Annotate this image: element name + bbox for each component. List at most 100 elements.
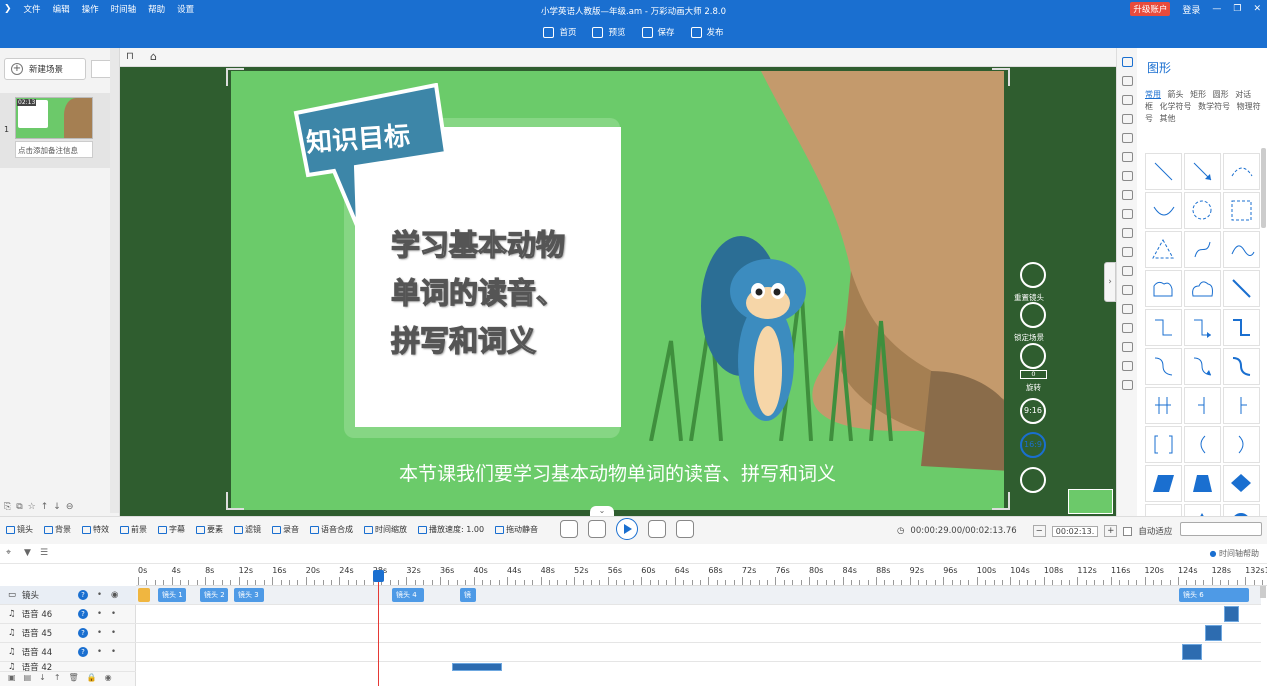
music-icon[interactable] [1121, 133, 1133, 143]
help-icon[interactable]: ? [78, 647, 88, 657]
restore-icon[interactable]: ❐ [1233, 4, 1241, 14]
audio-clip[interactable] [1224, 606, 1239, 622]
login-button[interactable]: 登录 [1182, 3, 1200, 16]
filter-tool[interactable]: 滤镜 [234, 524, 261, 535]
camera-clip[interactable]: 镜头 2 [200, 588, 228, 602]
shape-bracket-2[interactable] [1184, 426, 1221, 463]
shape-s-curve-2[interactable] [1184, 348, 1221, 385]
align-icon[interactable]: ☰ [40, 548, 48, 558]
tab-circles[interactable]: 圆形 [1213, 90, 1229, 99]
voice-42-track[interactable] [136, 662, 1261, 672]
track-header-voice-44[interactable]: ♫ 语音 44 ? • • [0, 643, 136, 662]
duration-minus-button[interactable]: − [1032, 525, 1046, 537]
rotate-value-input[interactable]: 0 [1020, 370, 1047, 379]
playhead-line[interactable] [378, 570, 379, 686]
step-forward-button[interactable] [648, 520, 666, 538]
minimize-icon[interactable]: — [1212, 4, 1221, 14]
compass-icon[interactable] [1121, 266, 1133, 276]
scene-thumbnail[interactable]: 02:13 [15, 97, 93, 139]
drop-icon[interactable] [1121, 361, 1133, 371]
visibility-icon[interactable]: ◉ [111, 590, 118, 600]
shape-bracket-3[interactable] [1223, 426, 1260, 463]
shape-cloud-2[interactable] [1184, 270, 1221, 307]
camera-start-marker[interactable] [138, 588, 150, 602]
import-icon[interactable]: ⎘ [4, 502, 11, 512]
camera-clip[interactable]: 镜头 1 [158, 588, 186, 602]
tts-tool[interactable]: 语音合成 [310, 524, 353, 535]
tools-icon[interactable] [1121, 209, 1133, 219]
shape-panel-scrollbar[interactable] [1261, 148, 1266, 228]
folder-icon[interactable]: ▤ [24, 673, 32, 682]
shape-s-curve-1[interactable] [1145, 348, 1182, 385]
shape-arrow-line[interactable] [1184, 153, 1221, 190]
chart-icon[interactable] [1121, 171, 1133, 181]
image-icon[interactable]: ▣ [8, 673, 16, 682]
layers-icon[interactable] [1121, 247, 1133, 257]
tab-common[interactable]: 常用 [1145, 90, 1161, 99]
tab-other[interactable]: 其他 [1160, 114, 1176, 123]
target-icon[interactable]: ⌖ [6, 548, 11, 558]
lock-icon[interactable]: 🔒 [87, 673, 97, 682]
subtitle-tool[interactable]: 字幕 [158, 524, 185, 535]
tab-arrows[interactable]: 箭头 [1168, 90, 1184, 99]
lock-scene-button[interactable] [1020, 302, 1046, 328]
shape-brace-1[interactable] [1145, 387, 1182, 424]
audio-clip[interactable] [1182, 644, 1202, 660]
scene-note-input[interactable]: 点击添加备注信息 [15, 141, 93, 158]
folder-icon[interactable] [1121, 228, 1133, 238]
home-view-icon[interactable]: ⌂ [150, 50, 157, 63]
shape-triangle-outline[interactable] [1145, 231, 1182, 268]
shape-parallelogram[interactable] [1145, 465, 1182, 502]
shape-freehand[interactable] [1184, 231, 1221, 268]
upgrade-button[interactable]: 升级账户 [1130, 2, 1171, 16]
play-button[interactable] [616, 518, 638, 540]
effects-tool[interactable]: 特效 [82, 524, 109, 535]
shape-bracket-1[interactable] [1145, 426, 1182, 463]
foreground-tool[interactable]: 前景 [120, 524, 147, 535]
timeline-scrollbar[interactable] [1260, 586, 1266, 598]
timeline-zoom-slider[interactable] [1180, 522, 1262, 536]
move-up-icon[interactable]: ↑ [41, 502, 49, 512]
shape-curve[interactable] [1145, 192, 1182, 229]
archive-icon[interactable] [1121, 380, 1133, 390]
plane-icon[interactable] [1121, 285, 1133, 295]
collapse-panel-icon[interactable]: › [1104, 262, 1116, 302]
save-button[interactable]: 保存 [641, 26, 675, 38]
camera-clip[interactable]: 镜头 6 [1179, 588, 1249, 602]
voice-46-track[interactable] [136, 605, 1261, 624]
ruler-icon[interactable]: ⊓ [126, 51, 134, 62]
track-header-voice-42[interactable]: ♫ 语音 42 [0, 662, 136, 672]
filter-icon[interactable]: ▼ [24, 548, 31, 558]
tab-rectangles[interactable]: 矩形 [1190, 90, 1206, 99]
voice-45-track[interactable] [136, 624, 1261, 643]
duration-input[interactable]: 00:02:13. [1051, 525, 1099, 537]
auto-fit-checkbox[interactable] [1123, 526, 1133, 536]
collapse-timeline-icon[interactable]: ⌄ [590, 506, 614, 516]
star-icon[interactable]: ☆ [28, 502, 36, 512]
step-back-button[interactable] [588, 520, 606, 538]
collapse-icon[interactable]: ⊖ [66, 502, 74, 512]
shape-elbow-1[interactable] [1145, 309, 1182, 346]
delete-icon[interactable]: 🗑 [69, 673, 79, 682]
mic-icon[interactable] [1121, 304, 1133, 314]
camera-clip[interactable]: 镜头 4 [392, 588, 424, 602]
element-tool[interactable]: 要素 [196, 524, 223, 535]
stage[interactable]: 学习基本动物 单词的读音、 拼写和词义 知识目标 本节课我们要学习基本动物单词的… [231, 71, 1004, 510]
camera-tool[interactable]: 镜头 [6, 524, 33, 535]
tab-chemistry[interactable]: 化学符号 [1160, 102, 1192, 111]
shape-brace-3[interactable] [1223, 387, 1260, 424]
formula-icon[interactable] [1121, 342, 1133, 352]
shape-elbow-2[interactable] [1184, 309, 1221, 346]
shape-wave[interactable] [1223, 231, 1260, 268]
help-icon[interactable]: ? [78, 590, 88, 600]
tab-math[interactable]: 数学符号 [1198, 102, 1230, 111]
shape-double-arrow[interactable] [1223, 270, 1260, 307]
shape-brace-2[interactable] [1184, 387, 1221, 424]
visibility-dot[interactable]: • [111, 628, 116, 638]
play-speed-tool[interactable]: 播放速度: 1.00 [418, 524, 484, 535]
bubble-icon[interactable] [1121, 152, 1133, 162]
close-icon[interactable]: ✕ [1253, 4, 1261, 14]
shape-elbow-3[interactable] [1223, 309, 1260, 346]
background-tool[interactable]: 背景 [44, 524, 71, 535]
help-icon[interactable]: ? [78, 628, 88, 638]
